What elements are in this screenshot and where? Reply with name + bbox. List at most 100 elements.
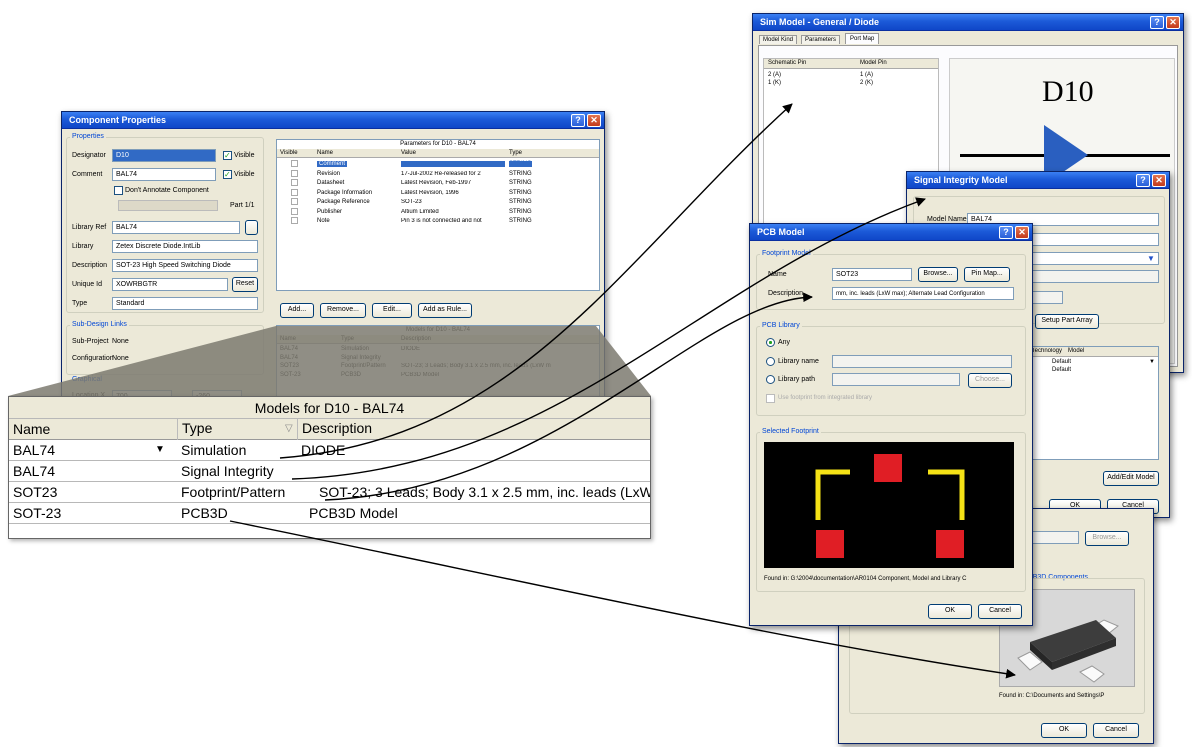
zoom-col-name[interactable]: Name: [13, 421, 50, 437]
designator-visible-checkbox[interactable]: ✓: [223, 151, 232, 160]
model-name: BAL74: [280, 354, 299, 361]
type-select[interactable]: Standard: [112, 297, 258, 310]
chevron-down-icon[interactable]: ▼: [155, 444, 165, 455]
add-as-rule-button[interactable]: Add as Rule...: [418, 303, 472, 318]
close-icon[interactable]: ✕: [1015, 226, 1029, 239]
param-value: Latest Revision, Feb-1997: [401, 180, 472, 186]
param-visible-checkbox[interactable]: [291, 169, 298, 177]
param-visible-checkbox[interactable]: [291, 160, 298, 167]
param-visible-checkbox[interactable]: [291, 207, 298, 215]
dont-annotate-checkbox[interactable]: [114, 186, 123, 195]
any-radio[interactable]: [766, 338, 775, 347]
browse-button[interactable]: Browse...: [918, 267, 958, 282]
pcb3d-cancel-button[interactable]: Cancel: [1093, 723, 1139, 738]
filter-icon[interactable]: ▽: [285, 423, 293, 434]
part-navigator[interactable]: [118, 200, 218, 211]
edit-button[interactable]: Edit...: [372, 303, 412, 318]
pcb-ok-button[interactable]: OK: [928, 604, 972, 619]
tab-model-kind[interactable]: Model Kind: [759, 35, 798, 44]
param-visible-checkbox[interactable]: [291, 188, 298, 196]
param-name: Publisher: [317, 208, 343, 215]
model-row[interactable]: BAL74 Signal Integrity: [277, 355, 599, 363]
use-footprint-checkbox[interactable]: [766, 394, 775, 403]
library-ref-field[interactable]: BAL74: [112, 221, 240, 234]
title-bar: Signal Integrity Model ? ✕: [907, 172, 1169, 189]
param-row[interactable]: Package Information Latest Revision, 1996…: [277, 188, 599, 198]
help-icon[interactable]: ?: [571, 114, 585, 127]
param-value: Pin 3 is not connected and not: [401, 218, 482, 224]
zoom-table-row[interactable]: BAL74 ▼ Simulation DIODE: [9, 440, 650, 461]
remove-button[interactable]: Remove...: [320, 303, 366, 318]
tab-port-map[interactable]: Port Map: [845, 33, 880, 44]
chevron-down-icon[interactable]: ▼: [1147, 254, 1155, 263]
param-row[interactable]: Package Reference SOT-23 STRING: [277, 198, 599, 207]
chevron-down-icon[interactable]: ▼: [1149, 359, 1155, 365]
library-path-radio[interactable]: [766, 375, 775, 384]
dialog-title: Sim Model - General / Diode: [760, 17, 880, 27]
pin-map-button[interactable]: Pin Map...: [964, 267, 1010, 282]
model-row[interactable]: BAL74 Simulation DIODE: [277, 346, 599, 354]
zoom-col-description[interactable]: Description: [297, 419, 372, 440]
help-icon[interactable]: ?: [1136, 174, 1150, 187]
tab-parameters[interactable]: Parameters: [801, 35, 841, 44]
footprint-description-field[interactable]: mm, inc. leads (LxW max); Alternate Lead…: [832, 287, 1014, 300]
library-name-field[interactable]: [832, 355, 1012, 368]
zoom-col-type[interactable]: Type: [177, 419, 295, 440]
library-name-radio[interactable]: [766, 357, 775, 366]
add-edit-model-button[interactable]: Add/Edit Model: [1103, 471, 1159, 486]
pcb3d-found-in: Found in: C:\Documents and Settings\P: [999, 693, 1105, 699]
choose-button[interactable]: Choose...: [968, 373, 1012, 388]
param-row[interactable]: Comment =Comment STRING: [277, 160, 599, 169]
zoom-table-row[interactable]: BAL74 Signal Integrity: [9, 461, 650, 482]
pcb-model-dialog: PCB Model ? ✕ Footprint Model Name SOT23…: [749, 223, 1033, 626]
param-col-type: Type: [509, 150, 523, 156]
library-ref-browse-button[interactable]: [245, 220, 258, 235]
model-name: SOT23: [280, 363, 300, 369]
param-row[interactable]: Publisher Altium Limited STRING: [277, 207, 599, 217]
zoom-table-row[interactable]: SOT23 Footprint/Pattern SOT-23; 3 Leads;…: [9, 482, 650, 503]
pcb3d-ok-button[interactable]: OK: [1041, 723, 1087, 738]
help-icon[interactable]: ?: [1150, 16, 1164, 29]
library-path-field[interactable]: [832, 373, 960, 386]
library-field[interactable]: Zetex Discrete Diode.IntLib: [112, 240, 258, 253]
models-grid-columns: Name Type Description: [277, 335, 599, 344]
unique-id-field[interactable]: XOWRBGTR: [112, 278, 228, 291]
close-icon[interactable]: ✕: [1166, 16, 1180, 29]
close-icon[interactable]: ✕: [1152, 174, 1166, 187]
param-row[interactable]: Note Pin 3 is not connected and not STRING: [277, 217, 599, 226]
model-row[interactable]: SOT-23 PCB3D PCB3D Model: [277, 372, 599, 380]
pin-model-1: 1 (A): [860, 72, 874, 78]
designator-field[interactable]: D10: [112, 149, 216, 162]
param-row[interactable]: Datasheet Latest Revision, Feb-1997 STRING: [277, 179, 599, 188]
param-type: STRING: [509, 170, 532, 177]
param-visible-checkbox[interactable]: [291, 217, 298, 224]
model-row[interactable]: SOT23 Footprint/Pattern SOT-23; 3 Leads; B…: [277, 363, 599, 371]
description-field[interactable]: SOT-23 High Speed Switching Diode: [112, 259, 258, 272]
help-icon[interactable]: ?: [999, 226, 1013, 239]
pcb-cancel-button[interactable]: Cancel: [978, 604, 1022, 619]
dialog-title: Component Properties: [69, 115, 167, 125]
designator-label: Designator: [72, 152, 106, 159]
param-visible-checkbox[interactable]: [291, 179, 298, 186]
param-value: 17-Jul-2002 Re-released for 2: [401, 170, 481, 177]
si-pin-table: Technology Model Default Default ▼: [1027, 346, 1159, 460]
param-col-value: Value: [401, 150, 416, 156]
zoom-row-type: Footprint/Pattern: [181, 484, 286, 500]
comment-visible-checkbox[interactable]: ✓: [223, 170, 232, 179]
reset-button[interactable]: Reset: [232, 277, 258, 292]
footprint-name-field[interactable]: SOT23: [832, 268, 912, 281]
param-name: Package Reference: [317, 199, 370, 205]
title-bar: Sim Model - General / Diode ? ✕: [753, 14, 1183, 31]
properties-group-title: Properties: [70, 133, 106, 140]
setup-part-array-button[interactable]: Setup Part Array: [1035, 314, 1099, 329]
param-value: SOT-23: [401, 199, 422, 205]
zoom-table-row[interactable]: SOT-23 PCB3D PCB3D Model: [9, 503, 650, 524]
param-row[interactable]: Revision 17-Jul-2002 Re-released for 2 STR…: [277, 169, 599, 179]
zoom-table-columns: Name Type ▽ Description: [9, 419, 650, 440]
close-icon[interactable]: ✕: [587, 114, 601, 127]
add-button[interactable]: Add...: [280, 303, 314, 318]
param-visible-checkbox[interactable]: [291, 198, 298, 205]
comment-field[interactable]: BAL74: [112, 168, 216, 181]
pcb3d-browse-button[interactable]: Browse...: [1085, 531, 1129, 546]
param-type: STRING: [509, 208, 532, 215]
